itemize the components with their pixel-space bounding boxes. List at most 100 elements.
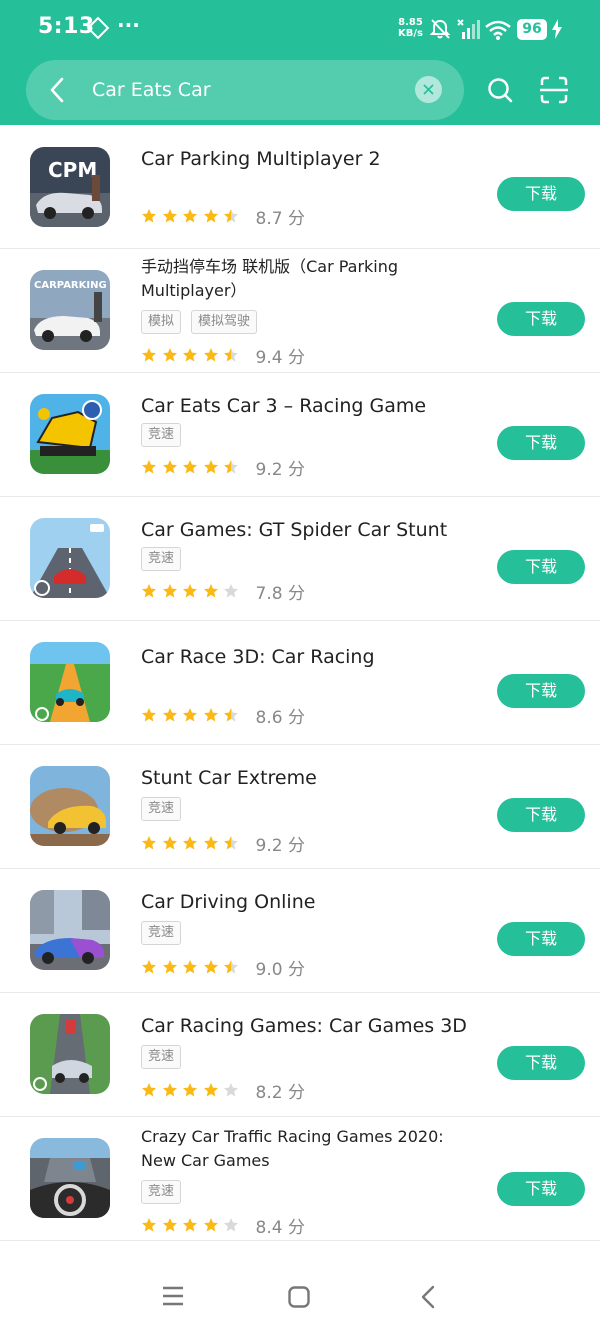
search-icon[interactable] [487, 77, 513, 103]
rating-score: 8.2 分 [255, 1082, 305, 1103]
star-full-icon [162, 584, 177, 598]
app-icon-car-parking-multiplayer-2[interactable]: CPM [30, 147, 110, 227]
rating: 9.0 分 [141, 956, 305, 980]
download-button[interactable]: 下载 [497, 302, 585, 336]
star-full-icon [183, 960, 197, 974]
rating: 8.7 分 [141, 205, 305, 229]
scan-icon[interactable] [540, 76, 568, 104]
tag-list: 竞速 [141, 1045, 182, 1069]
star-full-icon [183, 836, 197, 850]
app-icon-car-driving-online[interactable] [30, 890, 110, 970]
app-icon-car-race-3d[interactable] [30, 642, 110, 722]
star-full-icon [142, 960, 156, 974]
app-title: Car Parking Multiplayer 2 [141, 148, 381, 170]
star-half-icon [224, 209, 238, 223]
app-icon-gt-spider-car-stunt[interactable] [30, 518, 110, 598]
app-title: Car Racing Games: Car Games 3D [141, 1015, 467, 1037]
star-full-icon [203, 708, 218, 722]
app-icon-car-parking-multiplayer[interactable]: CARPARKING [30, 270, 110, 350]
network-speed: 8.85 KB/s [398, 17, 423, 39]
list-item[interactable]: CPM Car Parking Multiplayer 2 8.7 分 下载 [0, 125, 600, 249]
download-button[interactable]: 下载 [497, 922, 585, 956]
search-box[interactable] [26, 60, 464, 120]
star-full-icon [203, 836, 218, 850]
list-item[interactable]: CARPARKING 手动挡停车场 联机版（Car Parking Multip… [0, 249, 600, 373]
download-button[interactable]: 下载 [497, 426, 585, 460]
rating: 8.4 分 [141, 1214, 305, 1238]
star-full-icon [162, 1218, 177, 1232]
tag[interactable]: 竞速 [141, 1180, 182, 1204]
download-button[interactable]: 下载 [497, 550, 585, 584]
app-icon-stunt-car-extreme[interactable] [30, 766, 110, 846]
tag[interactable]: 竞速 [141, 423, 182, 447]
tag[interactable]: 竞速 [141, 1045, 182, 1069]
app-icon-car-eats-car-3[interactable] [30, 394, 110, 474]
star-full-icon [203, 1218, 218, 1232]
rating-score: 9.2 分 [255, 835, 305, 856]
status-bar: 5:13 ··· 8.85 KB/s 96 [0, 0, 600, 58]
app-icon-crazy-car-traffic-racing[interactable] [30, 1138, 110, 1218]
rating: 8.2 分 [141, 1079, 305, 1103]
star-full-icon [183, 348, 197, 362]
back-arrow-icon[interactable] [46, 76, 68, 104]
tag[interactable]: 模拟 [141, 310, 182, 334]
download-button[interactable]: 下载 [497, 177, 585, 211]
rating-score: 9.0 分 [255, 959, 305, 980]
tag[interactable]: 竞速 [141, 797, 182, 821]
tag[interactable]: 竞速 [141, 547, 182, 571]
star-full-icon [183, 584, 197, 598]
rating: 9.2 分 [141, 832, 305, 856]
list-item[interactable]: Car Driving Online 竞速 9.0 分 下载 [0, 869, 600, 993]
star-full-icon [203, 209, 218, 223]
star-full-icon [183, 209, 197, 223]
download-button[interactable]: 下载 [497, 1046, 585, 1080]
star-full-icon [183, 708, 197, 722]
back-icon[interactable] [420, 1285, 436, 1309]
more-notifications: ··· [117, 13, 140, 37]
star-full-icon [162, 209, 177, 223]
star-full-icon [183, 1218, 197, 1232]
clear-icon [423, 84, 434, 95]
svg-text:CARPARKING: CARPARKING [34, 280, 107, 291]
rating-score: 8.4 分 [255, 1217, 305, 1238]
star-full-icon [203, 460, 218, 474]
rating-score: 8.6 分 [255, 707, 305, 728]
star-full-icon [203, 584, 218, 598]
list-item[interactable]: Car Games: GT Spider Car Stunt 竞速 7.8 分 … [0, 497, 600, 621]
mute-bell-icon [429, 19, 451, 39]
app-title: 手动挡停车场 联机版（Car Parking Multiplayer） [141, 257, 399, 300]
tag-list: 竞速 [141, 797, 182, 821]
star-full-icon [183, 460, 197, 474]
star-full-icon [162, 960, 177, 974]
app-icon-car-racing-games-3d[interactable] [30, 1014, 110, 1094]
tag[interactable]: 竞速 [141, 921, 182, 945]
download-button[interactable]: 下载 [497, 798, 585, 832]
wifi-icon [485, 20, 511, 40]
search-input[interactable] [92, 72, 402, 108]
star-full-icon [142, 836, 156, 850]
list-item[interactable]: Crazy Car Traffic Racing Games 2020: New… [0, 1117, 600, 1241]
svg-text:CPM: CPM [48, 158, 97, 182]
clear-button[interactable] [415, 76, 442, 103]
app-title: Crazy Car Traffic Racing Games 2020: New… [141, 1127, 444, 1170]
list-item[interactable]: Car Race 3D: Car Racing 8.6 分 下载 [0, 621, 600, 745]
tag-list: 竞速 [141, 921, 182, 945]
menu-icon[interactable] [162, 1286, 184, 1306]
app-title: Car Driving Online [141, 891, 316, 913]
app-title: Car Race 3D: Car Racing [141, 646, 375, 668]
home-icon[interactable] [288, 1286, 310, 1308]
star-full-icon [162, 460, 177, 474]
network-speed-value: 8.85 [398, 17, 423, 28]
star-full-icon [203, 348, 218, 362]
list-item[interactable]: Car Racing Games: Car Games 3D 竞速 8.2 分 … [0, 993, 600, 1117]
download-button[interactable]: 下载 [497, 1172, 585, 1206]
tag[interactable]: 模拟驾驶 [191, 310, 258, 334]
download-button[interactable]: 下载 [497, 674, 585, 708]
star-half-icon [224, 836, 238, 850]
list-item[interactable]: Stunt Car Extreme 竞速 9.2 分 下载 [0, 745, 600, 869]
charging-icon [552, 19, 562, 39]
app-title: Stunt Car Extreme [141, 767, 317, 789]
star-full-icon [162, 348, 177, 362]
star-empty-icon [224, 584, 238, 598]
list-item[interactable]: Car Eats Car 3 – Racing Game 竞速 9.2 分 下载 [0, 373, 600, 497]
